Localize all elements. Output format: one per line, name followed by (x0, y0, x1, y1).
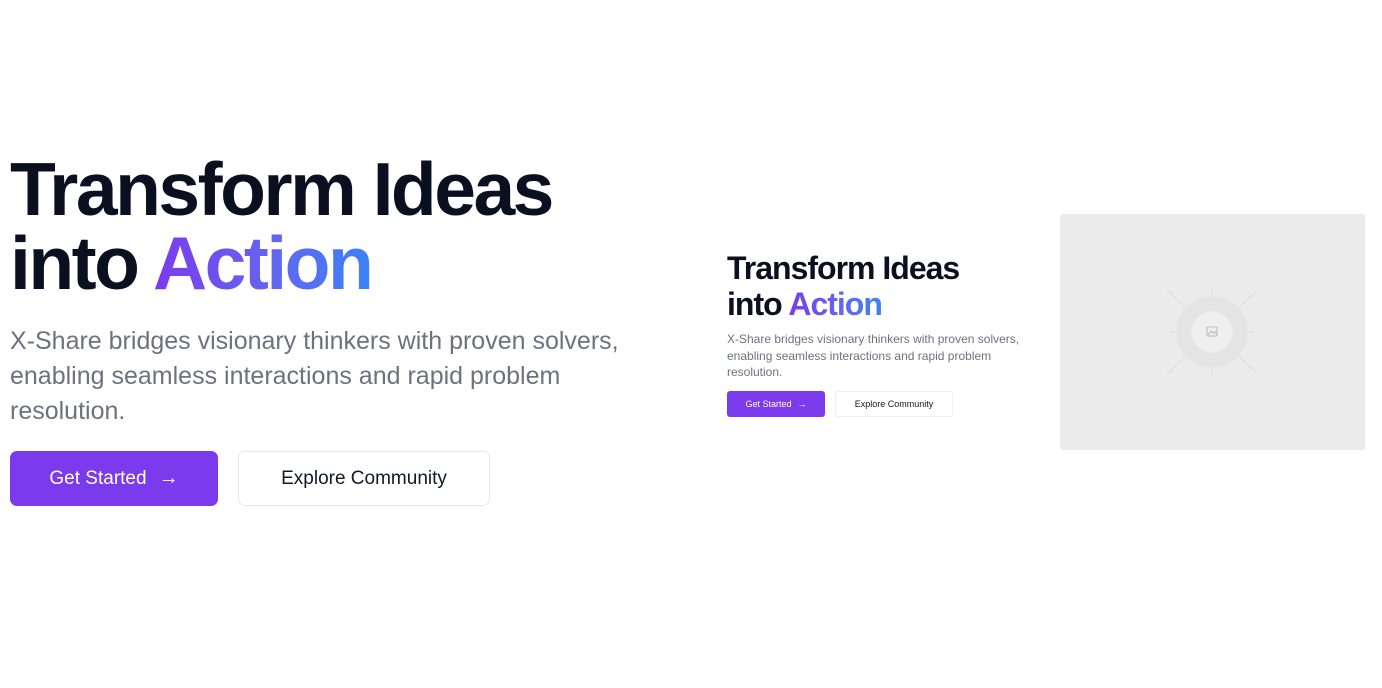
preview-title-line-2: into Action (727, 286, 1047, 322)
placeholder-graphic (1166, 289, 1259, 375)
hero-button-row: Get Started → Explore Community (10, 451, 690, 506)
preview-explore-community-button[interactable]: Explore Community (835, 390, 953, 417)
preview-get-started-button[interactable]: Get Started → (727, 390, 825, 417)
arrow-right-icon: → (797, 398, 807, 409)
arrow-right-icon: → (158, 467, 179, 489)
get-started-label: Get Started (49, 467, 147, 489)
hero-title-highlight: Action (153, 221, 374, 305)
preview-get-started-label: Get Started (745, 398, 792, 409)
preview-explore-community-label: Explore Community (854, 398, 934, 409)
hero-preview: Transform Ideas into Action X-Share brid… (727, 250, 1047, 417)
preview-title: Transform Ideas into Action (727, 250, 1047, 322)
preview-button-row: Get Started → Explore Community (727, 390, 1047, 417)
image-placeholder (1060, 214, 1365, 450)
preview-title-highlight: Action (788, 286, 883, 322)
hero-title-line-2: into Action (10, 226, 690, 301)
landing-page: Transform Ideas into Action X-Share brid… (0, 0, 1382, 688)
get-started-button[interactable]: Get Started → (10, 451, 218, 506)
preview-title-line-1: Transform Ideas (727, 250, 960, 286)
preview-title-prefix: into (727, 286, 789, 322)
hero-title: Transform Ideas into Action (10, 147, 690, 301)
hero-title-prefix: into (10, 221, 153, 305)
explore-community-button[interactable]: Explore Community (238, 451, 490, 506)
hero-title-line-1: Transform Ideas (10, 147, 554, 231)
explore-community-label: Explore Community (281, 467, 447, 489)
preview-subtitle: X-Share bridges visionary thinkers with … (727, 332, 1020, 379)
hero-subtitle: X-Share bridges visionary thinkers with … (10, 327, 619, 425)
hero-section: Transform Ideas into Action X-Share brid… (10, 152, 690, 506)
